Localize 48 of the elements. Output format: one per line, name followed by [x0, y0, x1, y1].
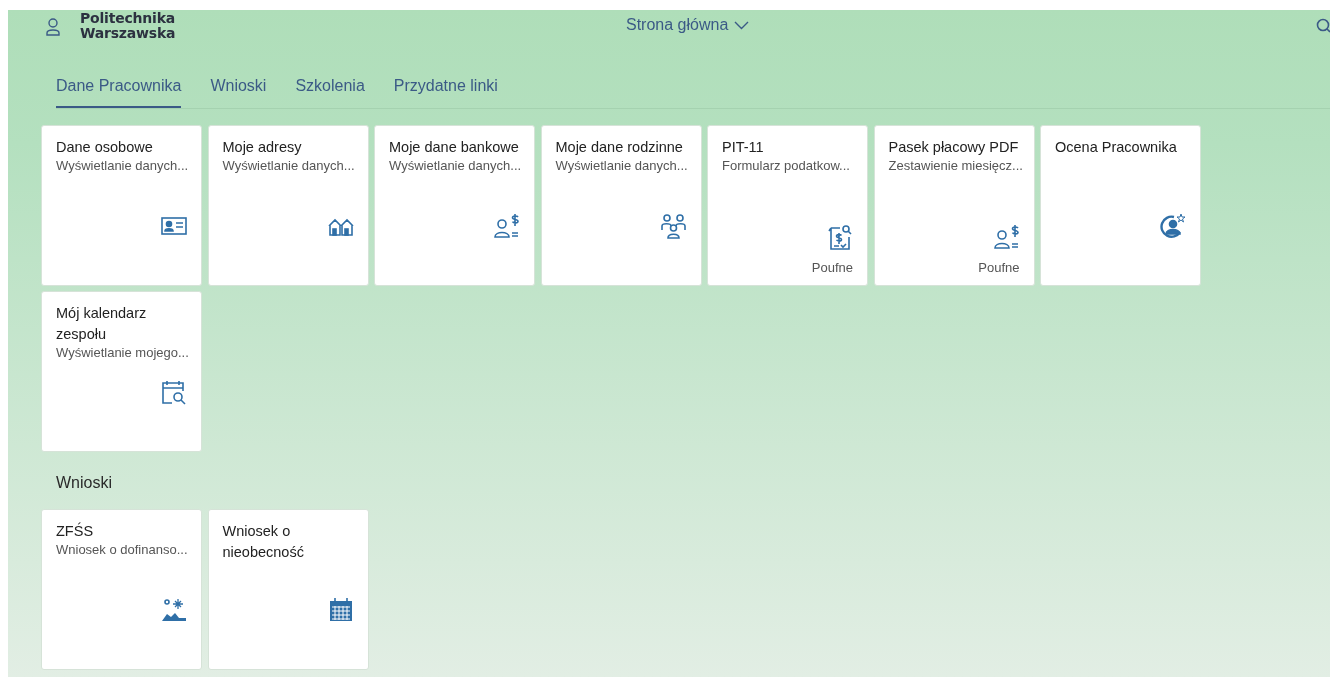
tile-title: Ocena Pracownika: [1055, 138, 1178, 157]
chevron-down-icon: [734, 20, 750, 30]
calendar-icon: [327, 597, 354, 623]
tile-subtitle: Wyświetlanie danych...: [555, 158, 687, 173]
tile-subtitle: Wyświetlanie danych...: [222, 158, 354, 173]
tile-footer: Poufne: [978, 260, 1020, 275]
app-tile[interactable]: ZFŚS Wniosek o dofinanso...: [41, 509, 202, 670]
tile-title: Wniosek o nieobecność: [222, 522, 305, 562]
tile-title: Moje adresy: [222, 138, 303, 157]
tile-title: PIT-11: [722, 138, 765, 157]
app-tile[interactable]: Dane osobowe Wyświetlanie danych...: [41, 125, 202, 286]
tile-subtitle: Wniosek o dofinanso...: [56, 542, 187, 557]
app-tile[interactable]: Moje dane rodzinne Wyświetlanie danych...: [540, 125, 702, 286]
tile-subtitle: Formularz podatkow...: [722, 158, 851, 173]
tile-title: ZFŚS: [56, 521, 95, 541]
tile-title: Mój kalendarz zespołu: [56, 304, 148, 344]
app-tile[interactable]: Mój kalendarz zespołu Wyświetlanie mojego...: [41, 291, 202, 452]
app-tile[interactable]: Moje adresy Wyświetlanie danych...: [207, 125, 369, 286]
app-tile[interactable]: Pasek płacowy PDF Zestawienie miesięcz... Poufne: [873, 125, 1035, 286]
page-title-menu[interactable]: Strona główna: [626, 16, 750, 34]
family-icon: [660, 213, 687, 239]
tab[interactable]: Dane Pracownika: [56, 56, 182, 108]
person-dollar-icon: [993, 224, 1020, 250]
tile-subtitle: Wyświetlanie mojego...: [56, 345, 187, 360]
tax-document-icon: [827, 224, 853, 250]
app-tile[interactable]: Moje dane bankowe Wyświetlanie danych...: [374, 125, 535, 286]
person-star-icon: [1160, 213, 1186, 239]
app-tile[interactable]: PIT-11 Formularz podatkow... Poufne: [707, 125, 868, 286]
search-icon[interactable]: [1316, 18, 1330, 34]
university-logo: Politechnika Warszawska: [80, 11, 176, 41]
user-icon[interactable]: [46, 18, 60, 36]
tile-title: Pasek płacowy PDF: [888, 138, 1020, 157]
tile-subtitle: Wyświetlanie danych...: [389, 158, 520, 173]
tile-subtitle: Wyświetlanie danych...: [56, 158, 187, 173]
section-heading: Wnioski: [56, 474, 113, 492]
calendar-search-icon: [161, 379, 187, 405]
tile-title: Moje dane bankowe: [389, 138, 520, 157]
app-tile[interactable]: Wniosek o nieobecność: [207, 509, 369, 670]
tile-subtitle: Zestawienie miesięcz...: [888, 158, 1020, 173]
person-dollar-icon: [494, 213, 520, 239]
tile-title: Moje dane rodzinne: [555, 138, 684, 157]
tile-footer: Poufne: [811, 260, 853, 275]
tile-title: Dane osobowe: [56, 138, 154, 157]
tab[interactable]: Szkolenia: [295, 56, 365, 108]
tab[interactable]: Przydatne linki: [393, 56, 498, 108]
island-icon: [161, 597, 187, 623]
app-tile[interactable]: Ocena Pracownika: [1040, 125, 1201, 286]
tab[interactable]: Wnioski: [210, 56, 267, 108]
